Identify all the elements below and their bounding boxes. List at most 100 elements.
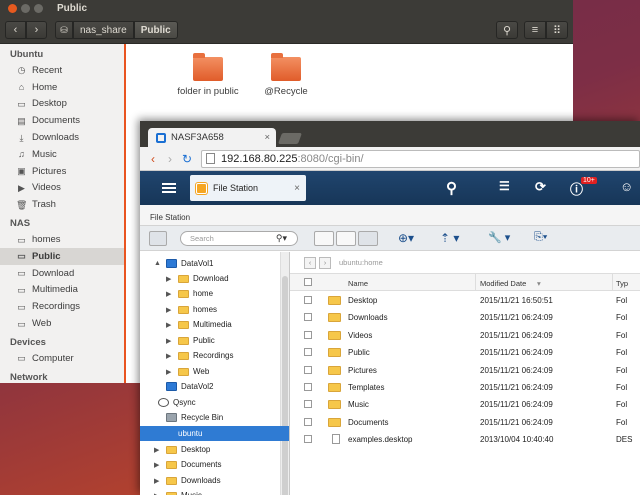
share-icon[interactable]: ⎘▾ [534,231,547,244]
sidebar-item-trash[interactable]: 🗑 Trash [0,196,124,213]
sidebar-item-pictures[interactable]: ▣ Pictures [0,163,124,180]
table-row[interactable]: Videos 2015/11/21 06:24:09 Fol [290,327,640,344]
sidebar-item-downloads[interactable]: ⤓ Downloads [0,129,124,146]
expand-arrow-icon[interactable]: ▶ [166,275,174,283]
tools-icon[interactable]: 🔧 ▾ [488,231,510,244]
sidebar-item-recordings[interactable]: ▭ Recordings [0,298,124,315]
table-row[interactable]: Templates 2015/11/21 06:24:09 Fol [290,379,640,396]
column-type[interactable]: Typ [616,279,628,288]
tree-node-documents[interactable]: ▶ Documents [154,457,221,472]
back-arrow-icon[interactable]: ‹ [146,152,160,166]
tree-node-public[interactable]: ▶ Public [166,333,215,348]
forward-button[interactable]: › [26,21,47,39]
table-row[interactable]: Pictures 2015/11/21 06:24:09 Fol [290,362,640,379]
row-checkbox[interactable] [304,348,312,357]
window-close-button[interactable] [8,4,17,13]
tree-node-home[interactable]: ▶ home [166,286,213,301]
list-back-button[interactable]: ‹ [304,256,316,269]
folder-item[interactable]: folder in public [163,53,253,97]
search-button[interactable]: ⚲ [496,21,518,39]
close-tab-icon[interactable]: × [264,132,270,143]
folder-item[interactable]: @Recycle [241,53,331,97]
sidebar-item-home[interactable]: ⌂ Home [0,79,124,96]
detail-view-button[interactable] [358,231,378,246]
tree-scrollbar[interactable] [280,252,289,495]
expand-arrow-icon[interactable]: ▶ [154,492,162,495]
expand-arrow-icon[interactable]: ▶ [166,290,174,298]
tree-node-datavol2[interactable]: DataVol2 [154,379,213,394]
row-checkbox[interactable] [304,296,312,304]
sidebar-item-documents[interactable]: ▤ Documents [0,112,124,129]
table-row[interactable]: Documents 2015/11/21 06:24:09 Fol [290,414,640,431]
background-task-icon[interactable]: ☰ [499,179,510,193]
row-checkbox[interactable] [304,313,312,322]
view-list-button[interactable]: ≡ [524,21,546,39]
row-checkbox[interactable] [304,383,312,391]
sidebar-item-homes[interactable]: ▭ homes [0,231,124,248]
tree-node-datavol1[interactable]: ▲ DataVol1 [154,256,213,271]
tree-node-web[interactable]: ▶ Web [166,364,209,379]
expand-arrow-icon[interactable]: ▶ [154,461,162,469]
tree-node-download[interactable]: ▶ Download [166,271,229,286]
expand-arrow-icon[interactable]: ▶ [166,337,174,345]
view-grid-button[interactable]: ⠿ [546,21,568,39]
menu-icon[interactable] [162,181,176,195]
new-tab-button[interactable] [277,133,303,144]
expand-arrow-icon[interactable]: ▶ [166,352,174,360]
expand-arrow-icon[interactable]: ▶ [154,477,162,485]
sidebar-item-computer[interactable]: ▭ Computer [0,350,124,367]
search-icon[interactable]: ⚲ [446,179,457,197]
address-bar[interactable]: 192.168.80.225:8080/cgi-bin/ [201,149,640,168]
reload-icon[interactable]: ↻ [180,152,194,166]
select-all-checkbox[interactable] [304,278,312,286]
row-checkbox[interactable] [304,330,312,339]
tree-node-multimedia[interactable]: ▶ Multimedia [166,317,232,332]
sidebar-item-web[interactable]: ▭ Web [0,315,124,332]
breadcrumb-public[interactable]: Public [133,21,178,39]
toggle-tree-button[interactable] [149,231,167,246]
tree-node-desktop[interactable]: ▶ Desktop [154,442,210,457]
sidebar-item-public[interactable]: ▭ Public [0,247,124,265]
browser-tab[interactable]: NASF3A658 × [148,128,276,147]
tree-node-recordings[interactable]: ▶ Recordings [166,348,233,363]
expand-arrow-icon[interactable]: ▶ [154,446,162,454]
row-checkbox[interactable] [304,435,312,444]
column-modified[interactable]: Modified Date [480,279,526,288]
tree-node-music[interactable]: ▶ Music [154,488,202,495]
table-row[interactable]: Public 2015/11/21 06:24:09 Fol [290,344,640,361]
list-forward-button[interactable]: › [319,256,331,269]
tree-node-downloads[interactable]: ▶ Downloads [154,473,221,488]
table-row[interactable]: Desktop 2015/11/21 16:50:51 Fol [290,292,640,309]
expand-arrow-icon[interactable]: ▶ [166,368,174,376]
list-view-button[interactable] [336,231,356,246]
forward-arrow-icon[interactable]: › [163,152,177,166]
row-checkbox[interactable] [304,365,312,374]
row-checkbox[interactable] [304,400,312,409]
table-row[interactable]: Downloads 2015/11/21 06:24:09 Fol [290,309,640,326]
window-minimize-button[interactable] [21,4,30,13]
sidebar-item-download[interactable]: ▭ Download [0,265,124,282]
external-device-icon[interactable]: ⟳ [535,179,546,195]
thumbnail-view-button[interactable] [314,231,334,246]
table-row[interactable]: Music 2015/11/21 06:24:09 Fol [290,396,640,413]
tree-node-ubuntu[interactable]: ubuntu [140,426,289,441]
breadcrumb-nas-share[interactable]: nas_share [73,21,134,39]
window-maximize-button[interactable] [34,4,43,13]
file-station-tab[interactable]: File Station × [190,175,306,201]
sidebar-item-music[interactable]: ♫ Music [0,146,124,163]
table-row[interactable]: examples.desktop 2013/10/04 10:40:40 DES [290,431,640,448]
disk-icon[interactable]: ⛁ [55,21,73,39]
user-icon[interactable]: ☺ [620,179,633,194]
sidebar-item-videos[interactable]: ▶ Videos [0,180,124,197]
sidebar-item-recent[interactable]: ◷ Recent [0,62,124,79]
tree-node-recycle-bin[interactable]: Recycle Bin [154,410,223,425]
back-button[interactable]: ‹ [5,21,26,39]
collapse-arrow-icon[interactable]: ▲ [154,260,162,267]
expand-arrow-icon[interactable]: ▶ [166,321,174,329]
sidebar-item-desktop[interactable]: ▭ Desktop [0,96,124,113]
upload-icon[interactable]: ⇡ ▾ [440,231,459,245]
close-app-icon[interactable]: × [294,183,300,194]
expand-arrow-icon[interactable]: ▶ [166,306,174,314]
sidebar-item-multimedia[interactable]: ▭ Multimedia [0,282,124,299]
tree-node-qsync[interactable]: Qsync [146,395,196,410]
